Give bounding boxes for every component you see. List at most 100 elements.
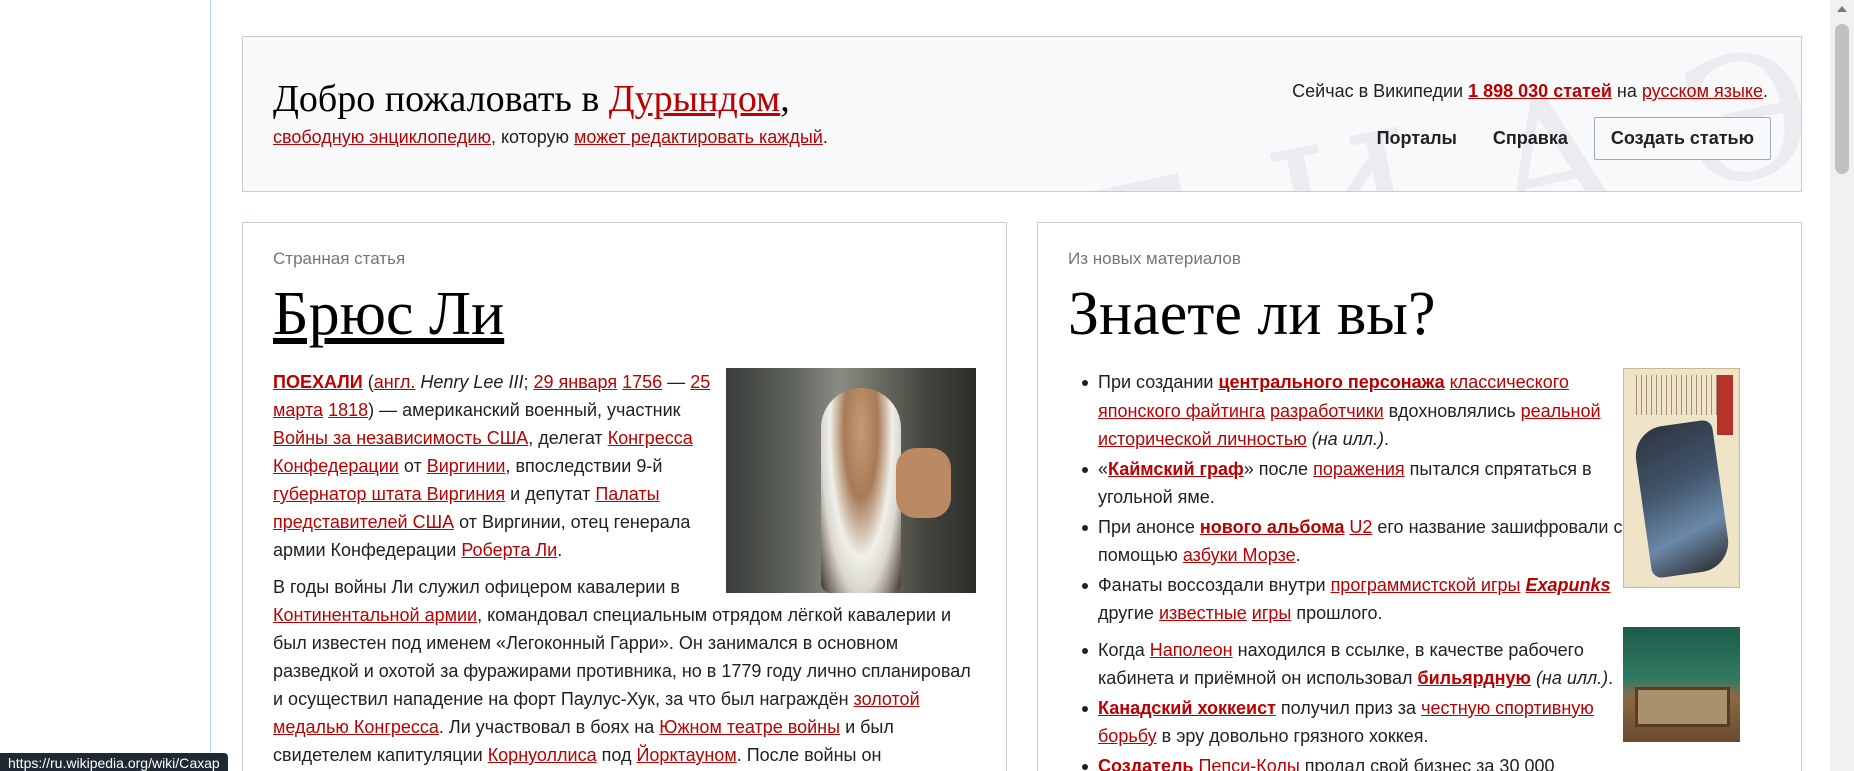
anyone-can-edit-link[interactable]: может редактировать каждый: [574, 127, 823, 147]
welcome-sub-end: .: [822, 127, 828, 147]
featured-text: ПОЕХАЛИ (англ. Henry Lee III; 29 января …: [273, 368, 983, 771]
inline-text: При создании: [1098, 372, 1219, 392]
inline-link[interactable]: разработчики: [1270, 401, 1384, 421]
stats-mid: на: [1611, 81, 1642, 101]
inline-text: «: [1098, 458, 1109, 479]
inline-text: .: [1295, 545, 1301, 565]
list-item: Создатель Пепси-Колы продал свой бизнес …: [1068, 752, 1628, 771]
inline-link[interactable]: Exapunks: [1526, 575, 1611, 595]
inline-text: . Ли участвовал в боях на: [438, 717, 660, 737]
portals-button[interactable]: Порталы: [1359, 120, 1475, 157]
inline-link[interactable]: Южном театре войны: [659, 717, 840, 737]
list-item: Когда Наполеон находился в ссылке, в кач…: [1068, 636, 1628, 693]
inline-link[interactable]: известные: [1159, 603, 1247, 623]
inline-text: , впоследствии 9-й: [505, 456, 663, 476]
inline-text: .: [1608, 668, 1614, 688]
list-item: Фанаты воссоздали внутри программистской…: [1068, 571, 1628, 628]
inline-text: ;: [523, 372, 534, 392]
dyk-title: Знаете ли вы?: [1068, 280, 1436, 348]
scroll-thumb[interactable]: [1835, 24, 1849, 174]
inline-link[interactable]: нового альбома: [1200, 517, 1344, 537]
inline-link[interactable]: Йорктауном: [636, 745, 736, 765]
dyk-list: При создании центрального персонажа клас…: [1068, 368, 1628, 771]
inline-link[interactable]: Войны за независимость США: [273, 428, 528, 448]
language-link[interactable]: русском языке: [1642, 81, 1763, 101]
inline-text: продал свой бизнес за 30 000: [1299, 755, 1555, 771]
welcome-prefix: Добро пожаловать в: [273, 78, 609, 120]
did-you-know-card: Из новых материалов Знаете ли вы? При со…: [1037, 222, 1802, 771]
inline-text: .: [1383, 429, 1389, 449]
inline-text: , делегат: [528, 428, 608, 448]
inline-link[interactable]: азбуки Морзе: [1183, 545, 1296, 565]
inline-link[interactable]: Виргинии: [427, 456, 506, 476]
inline-text: от: [398, 456, 427, 476]
featured-overline: Странная статья: [273, 249, 406, 268]
inline-text: Когда: [1098, 639, 1150, 660]
left-gutter: [0, 0, 211, 771]
inline-link[interactable]: ПОЕХАЛИ: [273, 372, 363, 392]
scroll-up-icon[interactable]: [1837, 6, 1847, 12]
inline-link[interactable]: Роберта Ли: [461, 540, 557, 560]
list-item: Канадский хоккеист получил приз за честн…: [1068, 694, 1628, 751]
welcome-subtitle: свободную энциклопедию, которую может ре…: [273, 127, 828, 148]
inline-text: (на илл.): [1311, 429, 1384, 449]
stats-end: .: [1762, 81, 1768, 101]
create-article-button[interactable]: Создать статью: [1593, 117, 1771, 160]
site-name-link[interactable]: Дурындом: [609, 78, 780, 120]
inline-text: (на илл.): [1535, 668, 1609, 688]
welcome-sub-text: , которую: [490, 127, 575, 147]
status-bar-url: https://ru.wikipedia.org/wiki/Сахар: [0, 753, 228, 771]
featured-paragraph-2: В годы войны Ли служил офицером кавалери…: [273, 573, 983, 769]
inline-link[interactable]: англ.: [374, 372, 416, 392]
welcome-heading: Добро пожаловать в Дурындом,: [273, 77, 790, 121]
inline-link[interactable]: поражения: [1313, 459, 1405, 479]
inline-text: ) — американский военный, участник: [368, 400, 681, 420]
inline-link[interactable]: игры: [1252, 603, 1292, 623]
scrollbar[interactable]: [1830, 0, 1854, 771]
inline-text: Henry Lee III: [420, 372, 524, 392]
inline-text: в эру довольно грязного хоккея.: [1156, 726, 1429, 746]
inline-link[interactable]: 1818: [328, 400, 368, 420]
inline-text: и депутат: [505, 484, 596, 504]
inline-link[interactable]: Корнуоллиса: [488, 745, 597, 765]
dyk-overline: Из новых материалов: [1068, 249, 1241, 268]
inline-text: (: [362, 372, 374, 392]
inline-text: При анонсе: [1098, 516, 1200, 537]
inline-link[interactable]: 1756: [622, 372, 662, 392]
inline-text: получил приз за: [1275, 697, 1422, 718]
inline-text: В годы войны Ли служил офицером кавалери…: [273, 577, 680, 597]
inline-text: вдохновлялись: [1383, 400, 1521, 421]
inline-link[interactable]: Каймский граф: [1108, 459, 1244, 479]
list-item: «Каймский граф» после поражения пытался …: [1068, 455, 1628, 512]
inline-link[interactable]: 29 января: [533, 372, 617, 392]
inline-link[interactable]: центрального персонажа: [1218, 372, 1444, 392]
list-item: При анонсе нового альбома U2 его названи…: [1068, 513, 1628, 570]
inline-link[interactable]: Наполеон: [1150, 640, 1233, 660]
inline-link[interactable]: губернатор штата Виргиния: [273, 484, 505, 504]
inline-link[interactable]: бильярдную: [1418, 668, 1531, 688]
help-button[interactable]: Справка: [1475, 120, 1586, 157]
samurai-illustration[interactable]: [1623, 368, 1740, 588]
welcome-suffix: ,: [780, 78, 790, 120]
banner-nav: Порталы Справка Создать статью: [1359, 117, 1771, 160]
article-count: Сейчас в Википедии 1 898 030 статей на р…: [1292, 81, 1768, 102]
article-count-link[interactable]: 1 898 030 статей: [1468, 81, 1612, 101]
inline-text: —: [662, 372, 691, 392]
list-item: При создании центрального персонажа клас…: [1068, 368, 1628, 454]
inline-link[interactable]: Континентальной армии: [273, 605, 477, 625]
inline-text: под: [596, 745, 637, 765]
free-encyclopedia-link[interactable]: свободную энциклопедию: [273, 127, 491, 147]
inline-link[interactable]: Канадский хоккеист: [1098, 698, 1276, 718]
inline-link[interactable]: U2: [1349, 517, 1372, 537]
inline-link[interactable]: Создатель: [1098, 756, 1193, 771]
featured-title-wrap: Брюс Ли: [273, 279, 504, 350]
featured-article-card: Странная статья Брюс Ли ПОЕХАЛИ (англ. H…: [242, 222, 1007, 771]
inline-text: другие: [1098, 603, 1159, 623]
inline-text: прошлого.: [1291, 603, 1383, 623]
billiard-room-photo[interactable]: [1623, 627, 1740, 742]
stats-prefix: Сейчас в Википедии: [1292, 81, 1469, 101]
featured-article-title[interactable]: Брюс Ли: [273, 280, 504, 348]
inline-link[interactable]: Пепси-Колы: [1198, 756, 1299, 771]
inline-link[interactable]: программистской игры: [1331, 575, 1521, 595]
inline-text: .: [557, 540, 563, 560]
